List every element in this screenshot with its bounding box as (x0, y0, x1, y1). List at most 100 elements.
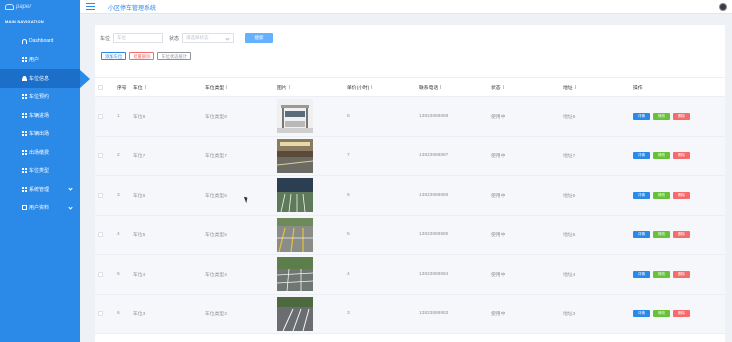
cell-type: 车位类型5 (205, 233, 227, 239)
delete-button[interactable]: 删除 (673, 270, 690, 278)
sidebar-item-vehicle-exit[interactable]: 车辆出场 (0, 125, 80, 144)
sort-icon[interactable] (288, 85, 291, 89)
grid-icon (22, 186, 27, 192)
chevron-down-icon (68, 186, 73, 191)
detail-button[interactable]: 详情 (633, 191, 650, 199)
row-checkbox[interactable] (98, 271, 103, 277)
cell-idx: 2 (117, 153, 120, 159)
cell-no: 车位7 (133, 154, 146, 160)
avatar[interactable] (719, 3, 727, 11)
search-button[interactable]: 搜索 (245, 33, 274, 43)
col-type[interactable]: 车位类型 (201, 84, 273, 91)
sidebar-item-system[interactable]: 系统管理 (0, 180, 80, 199)
select-all-checkbox[interactable] (98, 84, 103, 90)
cell-type: 车位类型8 (205, 114, 227, 120)
table-row[interactable]: 6 车位3 车位类型3 3 13823888883 使用中 地址3 详情 修改 删除 (95, 294, 725, 334)
add-button[interactable]: 添加车位 (101, 52, 127, 60)
status-stats-button[interactable]: 车位状态统计 (157, 52, 192, 60)
row-checkbox[interactable] (98, 153, 103, 159)
batch-delete-button[interactable]: 批量删除 (129, 52, 155, 60)
table-row[interactable]: 1 车位8 车位类型8 8 13823888888 使用中 地址8 详情 修改 删除 (95, 97, 725, 137)
parking-photo (277, 178, 343, 213)
status-select[interactable]: 请选择状态 (182, 33, 235, 43)
edit-button[interactable]: 修改 (653, 270, 670, 278)
col-address[interactable]: 地址 (559, 84, 629, 91)
cell-operations: 详情 修改 删除 (629, 310, 725, 318)
sort-icon[interactable] (371, 85, 373, 89)
sort-icon[interactable] (574, 85, 577, 89)
table-body: 1 车位8 车位类型8 8 13823888888 使用中 地址8 详情 修改 删除 2 车位7 车位类… (95, 97, 725, 334)
sort-icon[interactable] (502, 85, 505, 89)
col-idx: 序号 (117, 85, 127, 91)
cell-address: 地址8 (563, 114, 576, 120)
delete-button[interactable]: 删除 (673, 191, 690, 199)
active-indicator (80, 70, 90, 88)
cell-operations: 详情 修改 删除 (629, 270, 725, 278)
cell-no: 车位8 (133, 114, 146, 120)
delete-button[interactable]: 删除 (673, 231, 690, 239)
edit-button[interactable]: 修改 (653, 310, 670, 318)
cell-price: 6 (347, 192, 350, 198)
cell-idx: 5 (117, 271, 120, 277)
sidebar-item-dashboard[interactable]: Dashboard (0, 32, 80, 51)
user-icon (22, 75, 27, 81)
filter-status-label: 状态 (169, 35, 180, 42)
row-checkbox[interactable] (98, 232, 103, 238)
detail-button[interactable]: 详情 (633, 270, 650, 278)
table-row[interactable]: 5 车位4 车位类型4 4 13823888884 使用中 地址4 详情 修改 删除 (95, 255, 725, 295)
sort-icon[interactable] (226, 85, 228, 89)
cell-status: 使用中 (491, 193, 506, 199)
cell-operations: 详情 修改 删除 (629, 152, 725, 160)
delete-button[interactable]: 删除 (673, 310, 690, 318)
cell-operations: 详情 修改 删除 (629, 112, 725, 120)
row-checkbox[interactable] (98, 113, 103, 119)
col-price[interactable]: 单价(小时) (343, 84, 415, 91)
cell-image (273, 257, 343, 292)
sidebar-item-vehicle-entry[interactable]: 车辆进场 (0, 106, 80, 125)
action-bar: 添加车位 批量删除 车位状态统计 (101, 52, 194, 60)
delete-button[interactable]: 删除 (673, 152, 690, 160)
sidebar-item-exit-payment[interactable]: 出场缴费 (0, 143, 80, 162)
cell-phone: 13823888884 (419, 271, 449, 277)
edit-button[interactable]: 修改 (653, 191, 670, 199)
col-phone[interactable]: 联系电话 (415, 84, 487, 91)
delete-button[interactable]: 删除 (673, 112, 690, 120)
sort-icon[interactable] (144, 85, 147, 89)
sidebar-item-label: 车辆出场 (29, 131, 50, 138)
sidebar-item-reservation[interactable]: 车位预约 (0, 88, 80, 107)
edit-button[interactable]: 修改 (653, 231, 670, 239)
table-row[interactable]: 2 车位7 车位类型7 7 13823888887 使用中 地址7 详情 修改 删除 (95, 136, 725, 176)
parking-no-input[interactable]: 车位 (113, 33, 164, 43)
table-row[interactable]: 4 车位5 车位类型5 5 13823888885 使用中 地址5 详情 修改 删除 (95, 215, 725, 255)
cell-phone: 13823888883 (419, 311, 449, 317)
cell-image (273, 178, 343, 213)
detail-button[interactable]: 详情 (633, 152, 650, 160)
cell-address: 地址3 (563, 312, 576, 318)
detail-button[interactable]: 详情 (633, 112, 650, 120)
sidebar-item-parking-info[interactable]: 车位信息 (0, 69, 80, 88)
cell-address: 地址6 (563, 193, 576, 199)
cell-status: 使用中 (491, 154, 506, 160)
cell-idx: 3 (117, 192, 120, 198)
cell-price: 8 (347, 113, 350, 119)
parking-photo (277, 257, 343, 292)
sidebar-item-users[interactable]: 用户 (0, 51, 80, 70)
edit-button[interactable]: 修改 (653, 152, 670, 160)
detail-button[interactable]: 详情 (633, 310, 650, 318)
grid-icon (22, 112, 27, 118)
table-row[interactable]: 3 车位6 车位类型6 6 13823888886 使用中 地址6 详情 修改 删除 (95, 176, 725, 216)
edit-button[interactable]: 修改 (653, 112, 670, 120)
cell-price: 5 (347, 232, 350, 238)
sidebar-item-parking-type[interactable]: 车位类型 (0, 162, 80, 181)
hamburger-icon[interactable] (86, 3, 95, 10)
col-image[interactable]: 图片 (273, 84, 343, 91)
detail-button[interactable]: 详情 (633, 231, 650, 239)
col-no[interactable]: 车位 (129, 84, 201, 91)
sort-icon[interactable] (440, 85, 442, 89)
col-status[interactable]: 状态 (487, 84, 559, 91)
row-checkbox[interactable] (98, 311, 103, 317)
sidebar-item-label: 用户 (29, 57, 40, 64)
sidebar-item-profile[interactable]: 用户资料 (0, 199, 80, 218)
section-title: MAIN NAVIGATION (5, 19, 44, 24)
row-checkbox[interactable] (98, 192, 103, 198)
